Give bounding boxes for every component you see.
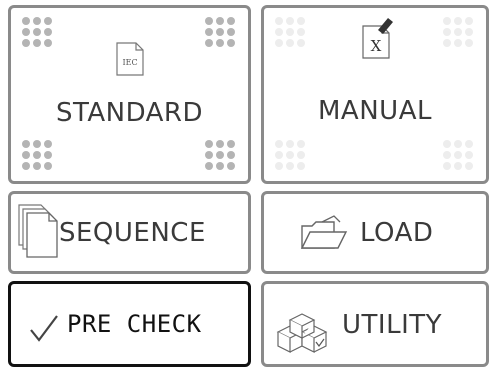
standard-button[interactable]: IEC STANDARD — [8, 5, 251, 184]
manual-button[interactable]: X MANUAL — [261, 5, 489, 184]
sequence-label: SEQUENCE — [59, 218, 206, 248]
edit-document-icon: X — [360, 16, 396, 64]
stacked-pages-icon — [17, 203, 61, 265]
dot-grid-decoration — [442, 16, 476, 50]
iec-icon-text: IEC — [122, 58, 137, 67]
utility-button[interactable]: UTILITY — [261, 281, 489, 367]
dot-grid-decoration — [442, 139, 476, 173]
standard-label: STANDARD — [55, 98, 204, 128]
dot-grid-decoration — [21, 139, 55, 173]
open-folder-icon — [300, 214, 350, 258]
manual-label: MANUAL — [318, 96, 432, 126]
sequence-button[interactable]: SEQUENCE — [8, 191, 251, 274]
boxes-icon — [272, 302, 344, 358]
dot-grid-decoration — [274, 16, 308, 50]
pre-check-button[interactable]: PRE CHECK — [8, 281, 251, 367]
dot-grid-decoration — [21, 16, 55, 50]
load-label: LOAD — [360, 218, 434, 248]
pre-check-label: PRE CHECK — [67, 310, 202, 338]
dot-grid-decoration — [204, 16, 238, 50]
manual-icon-text: X — [371, 37, 382, 55]
dot-grid-decoration — [204, 139, 238, 173]
utility-label: UTILITY — [342, 310, 442, 340]
load-button[interactable]: LOAD — [261, 191, 489, 274]
iec-document-icon: IEC — [115, 41, 145, 81]
dot-grid-decoration — [274, 139, 308, 173]
checkmark-icon — [29, 314, 59, 348]
